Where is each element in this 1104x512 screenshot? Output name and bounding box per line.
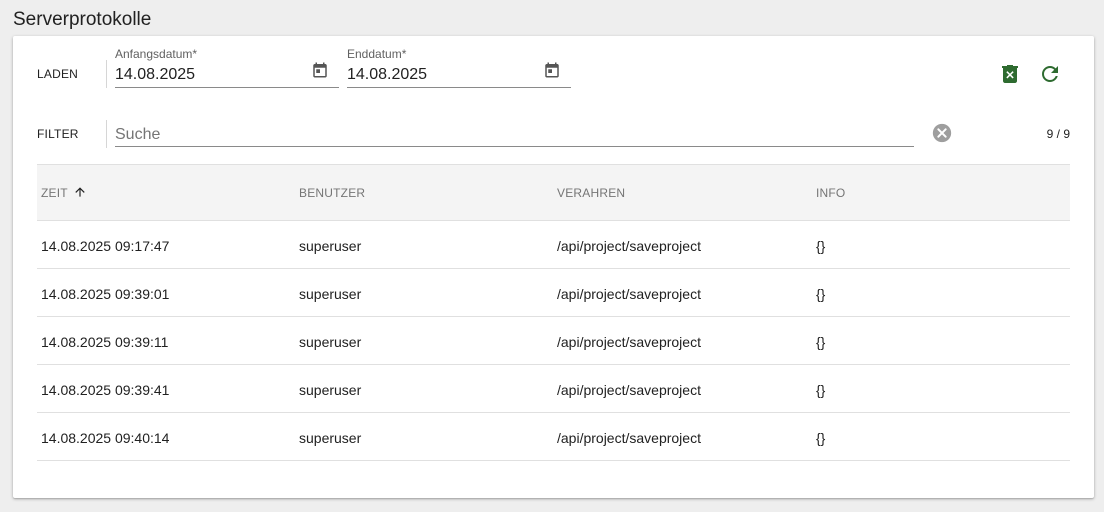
end-date-underline xyxy=(347,87,571,88)
cell-info: {} xyxy=(816,430,826,446)
table-header: ZEIT BENUTZER VERAHREN INFO xyxy=(37,164,1070,221)
load-divider xyxy=(106,60,107,88)
cell-user: superuser xyxy=(299,286,362,302)
refresh-icon[interactable] xyxy=(1038,62,1062,86)
table-row[interactable]: 14.08.2025 09:39:41 superuser /api/proje… xyxy=(37,365,1070,413)
start-date-label: Anfangsdatum* xyxy=(115,47,198,61)
start-date-field[interactable]: Anfangsdatum* 14.08.2025 xyxy=(115,47,339,89)
cell-time: 14.08.2025 09:17:47 xyxy=(41,238,170,254)
search-input[interactable] xyxy=(115,124,914,146)
cell-method: /api/project/saveproject xyxy=(557,334,701,350)
column-header-info[interactable]: INFO xyxy=(816,186,845,200)
table-row[interactable]: 14.08.2025 09:40:14 superuser /api/proje… xyxy=(37,413,1070,461)
end-date-value[interactable]: 14.08.2025 xyxy=(347,66,427,84)
column-header-method[interactable]: VERAHREN xyxy=(557,186,625,200)
cell-time: 14.08.2025 09:40:14 xyxy=(41,430,170,446)
cell-user: superuser xyxy=(299,430,362,446)
end-date-label: Enddatum* xyxy=(347,47,407,61)
cell-method: /api/project/saveproject xyxy=(557,430,701,446)
table-row[interactable]: 14.08.2025 09:39:01 superuser /api/proje… xyxy=(37,269,1070,317)
cell-time: 14.08.2025 09:39:41 xyxy=(41,382,170,398)
cell-method: /api/project/saveproject xyxy=(557,238,701,254)
clear-circle-icon[interactable] xyxy=(931,122,953,144)
cell-info: {} xyxy=(816,238,826,254)
cell-time: 14.08.2025 09:39:11 xyxy=(41,334,169,350)
search-underline xyxy=(115,146,914,147)
calendar-icon[interactable] xyxy=(543,61,561,79)
arrow-up-icon[interactable] xyxy=(73,185,87,199)
filter-divider xyxy=(106,120,107,148)
result-count: 9 / 9 xyxy=(1046,127,1070,141)
cell-info: {} xyxy=(816,382,826,398)
cell-info: {} xyxy=(816,286,826,302)
load-label: LADEN xyxy=(37,67,79,81)
cell-method: /api/project/saveproject xyxy=(557,382,701,398)
calendar-icon[interactable] xyxy=(311,61,329,79)
delete-icon[interactable] xyxy=(998,62,1022,86)
table-row[interactable]: 14.08.2025 09:39:11 superuser /api/proje… xyxy=(37,317,1070,365)
start-date-value[interactable]: 14.08.2025 xyxy=(115,66,195,84)
start-date-underline xyxy=(115,87,339,88)
cell-user: superuser xyxy=(299,334,362,350)
cell-info: {} xyxy=(816,334,826,350)
cell-user: superuser xyxy=(299,238,362,254)
search-field[interactable] xyxy=(115,120,914,148)
log-table: ZEIT BENUTZER VERAHREN INFO 14.08.2025 0… xyxy=(37,164,1070,461)
table-row[interactable]: 14.08.2025 09:17:47 superuser /api/proje… xyxy=(37,221,1070,269)
page-title: Serverprotokolle xyxy=(13,9,152,30)
server-log-card: LADEN Anfangsdatum* 14.08.2025 Enddatum*… xyxy=(13,36,1094,498)
cell-user: superuser xyxy=(299,382,362,398)
column-header-user[interactable]: BENUTZER xyxy=(299,186,365,200)
cell-time: 14.08.2025 09:39:01 xyxy=(41,286,170,302)
column-header-time[interactable]: ZEIT xyxy=(41,186,87,200)
filter-label: FILTER xyxy=(37,127,79,141)
column-header-time-label: ZEIT xyxy=(41,186,68,200)
end-date-field[interactable]: Enddatum* 14.08.2025 xyxy=(347,47,571,89)
cell-method: /api/project/saveproject xyxy=(557,286,701,302)
